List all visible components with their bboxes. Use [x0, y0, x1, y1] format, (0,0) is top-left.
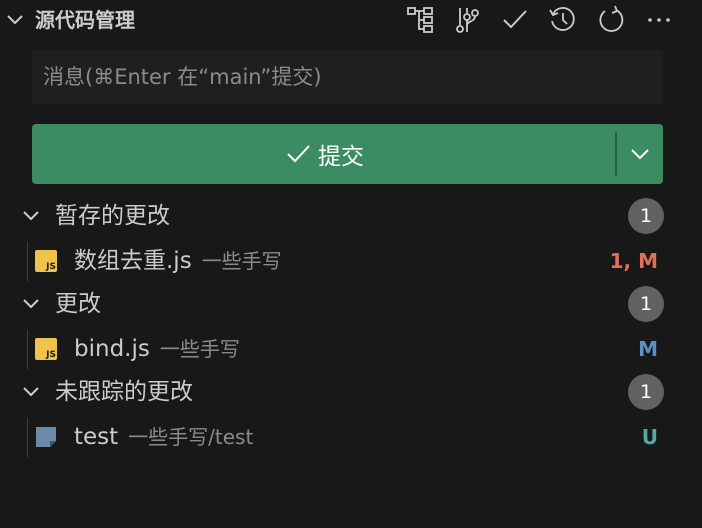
commit-message-box	[32, 50, 663, 104]
commit-dropdown-button[interactable]	[617, 124, 663, 184]
file-row[interactable]: JS 数组去重.js 一些手写 1, M	[0, 241, 702, 281]
tree-view-icon[interactable]	[404, 4, 436, 36]
indent-guide	[27, 329, 28, 369]
file-status: 1, M	[609, 249, 658, 273]
chevron-down-icon	[631, 149, 649, 160]
file-name: bind.js	[74, 336, 150, 362]
indent-guide	[27, 241, 28, 281]
more-actions-icon[interactable]	[643, 4, 675, 36]
count-badge: 1	[628, 374, 664, 410]
check-icon	[287, 145, 310, 163]
history-icon[interactable]	[547, 4, 579, 36]
group-label: 未跟踪的更改	[55, 379, 193, 405]
file-path: 一些手写/test	[128, 425, 254, 449]
indent-guide	[27, 417, 28, 457]
file-path: 一些手写	[201, 249, 282, 273]
branch-graph-icon[interactable]	[451, 4, 483, 36]
file-path: 一些手写	[159, 337, 240, 361]
group-untracked-changes[interactable]: 未跟踪的更改 1	[0, 372, 702, 412]
scm-header: 源代码管理	[0, 0, 702, 40]
group-staged-changes[interactable]: 暂存的更改 1	[0, 196, 702, 236]
commit-message-input[interactable]	[33, 51, 662, 103]
count-badge: 1	[628, 286, 664, 322]
chevron-down-icon[interactable]	[3, 8, 27, 32]
chevron-down-icon	[23, 299, 39, 309]
chevron-down-icon	[23, 211, 39, 221]
chevron-down-icon	[23, 387, 39, 397]
js-file-icon: JS	[35, 338, 57, 360]
commit-button-group: 提交	[32, 124, 663, 184]
refresh-icon[interactable]	[595, 4, 627, 36]
file-status: M	[638, 337, 658, 361]
file-status: U	[641, 425, 658, 449]
group-label: 更改	[55, 291, 101, 317]
commit-check-icon[interactable]	[499, 4, 531, 36]
file-row[interactable]: JS bind.js 一些手写 M	[0, 329, 702, 369]
scm-title: 源代码管理	[35, 8, 135, 32]
count-badge: 1	[628, 198, 664, 234]
generic-file-icon	[36, 427, 56, 447]
js-file-icon: JS	[35, 250, 57, 272]
group-changes[interactable]: 更改 1	[0, 284, 702, 324]
commit-button[interactable]: 提交	[32, 124, 616, 184]
file-name: test	[74, 424, 119, 450]
file-name: 数组去重.js	[74, 248, 192, 274]
commit-button-label: 提交	[318, 144, 364, 170]
file-row[interactable]: test 一些手写/test U	[0, 417, 702, 457]
group-label: 暂存的更改	[55, 203, 170, 229]
